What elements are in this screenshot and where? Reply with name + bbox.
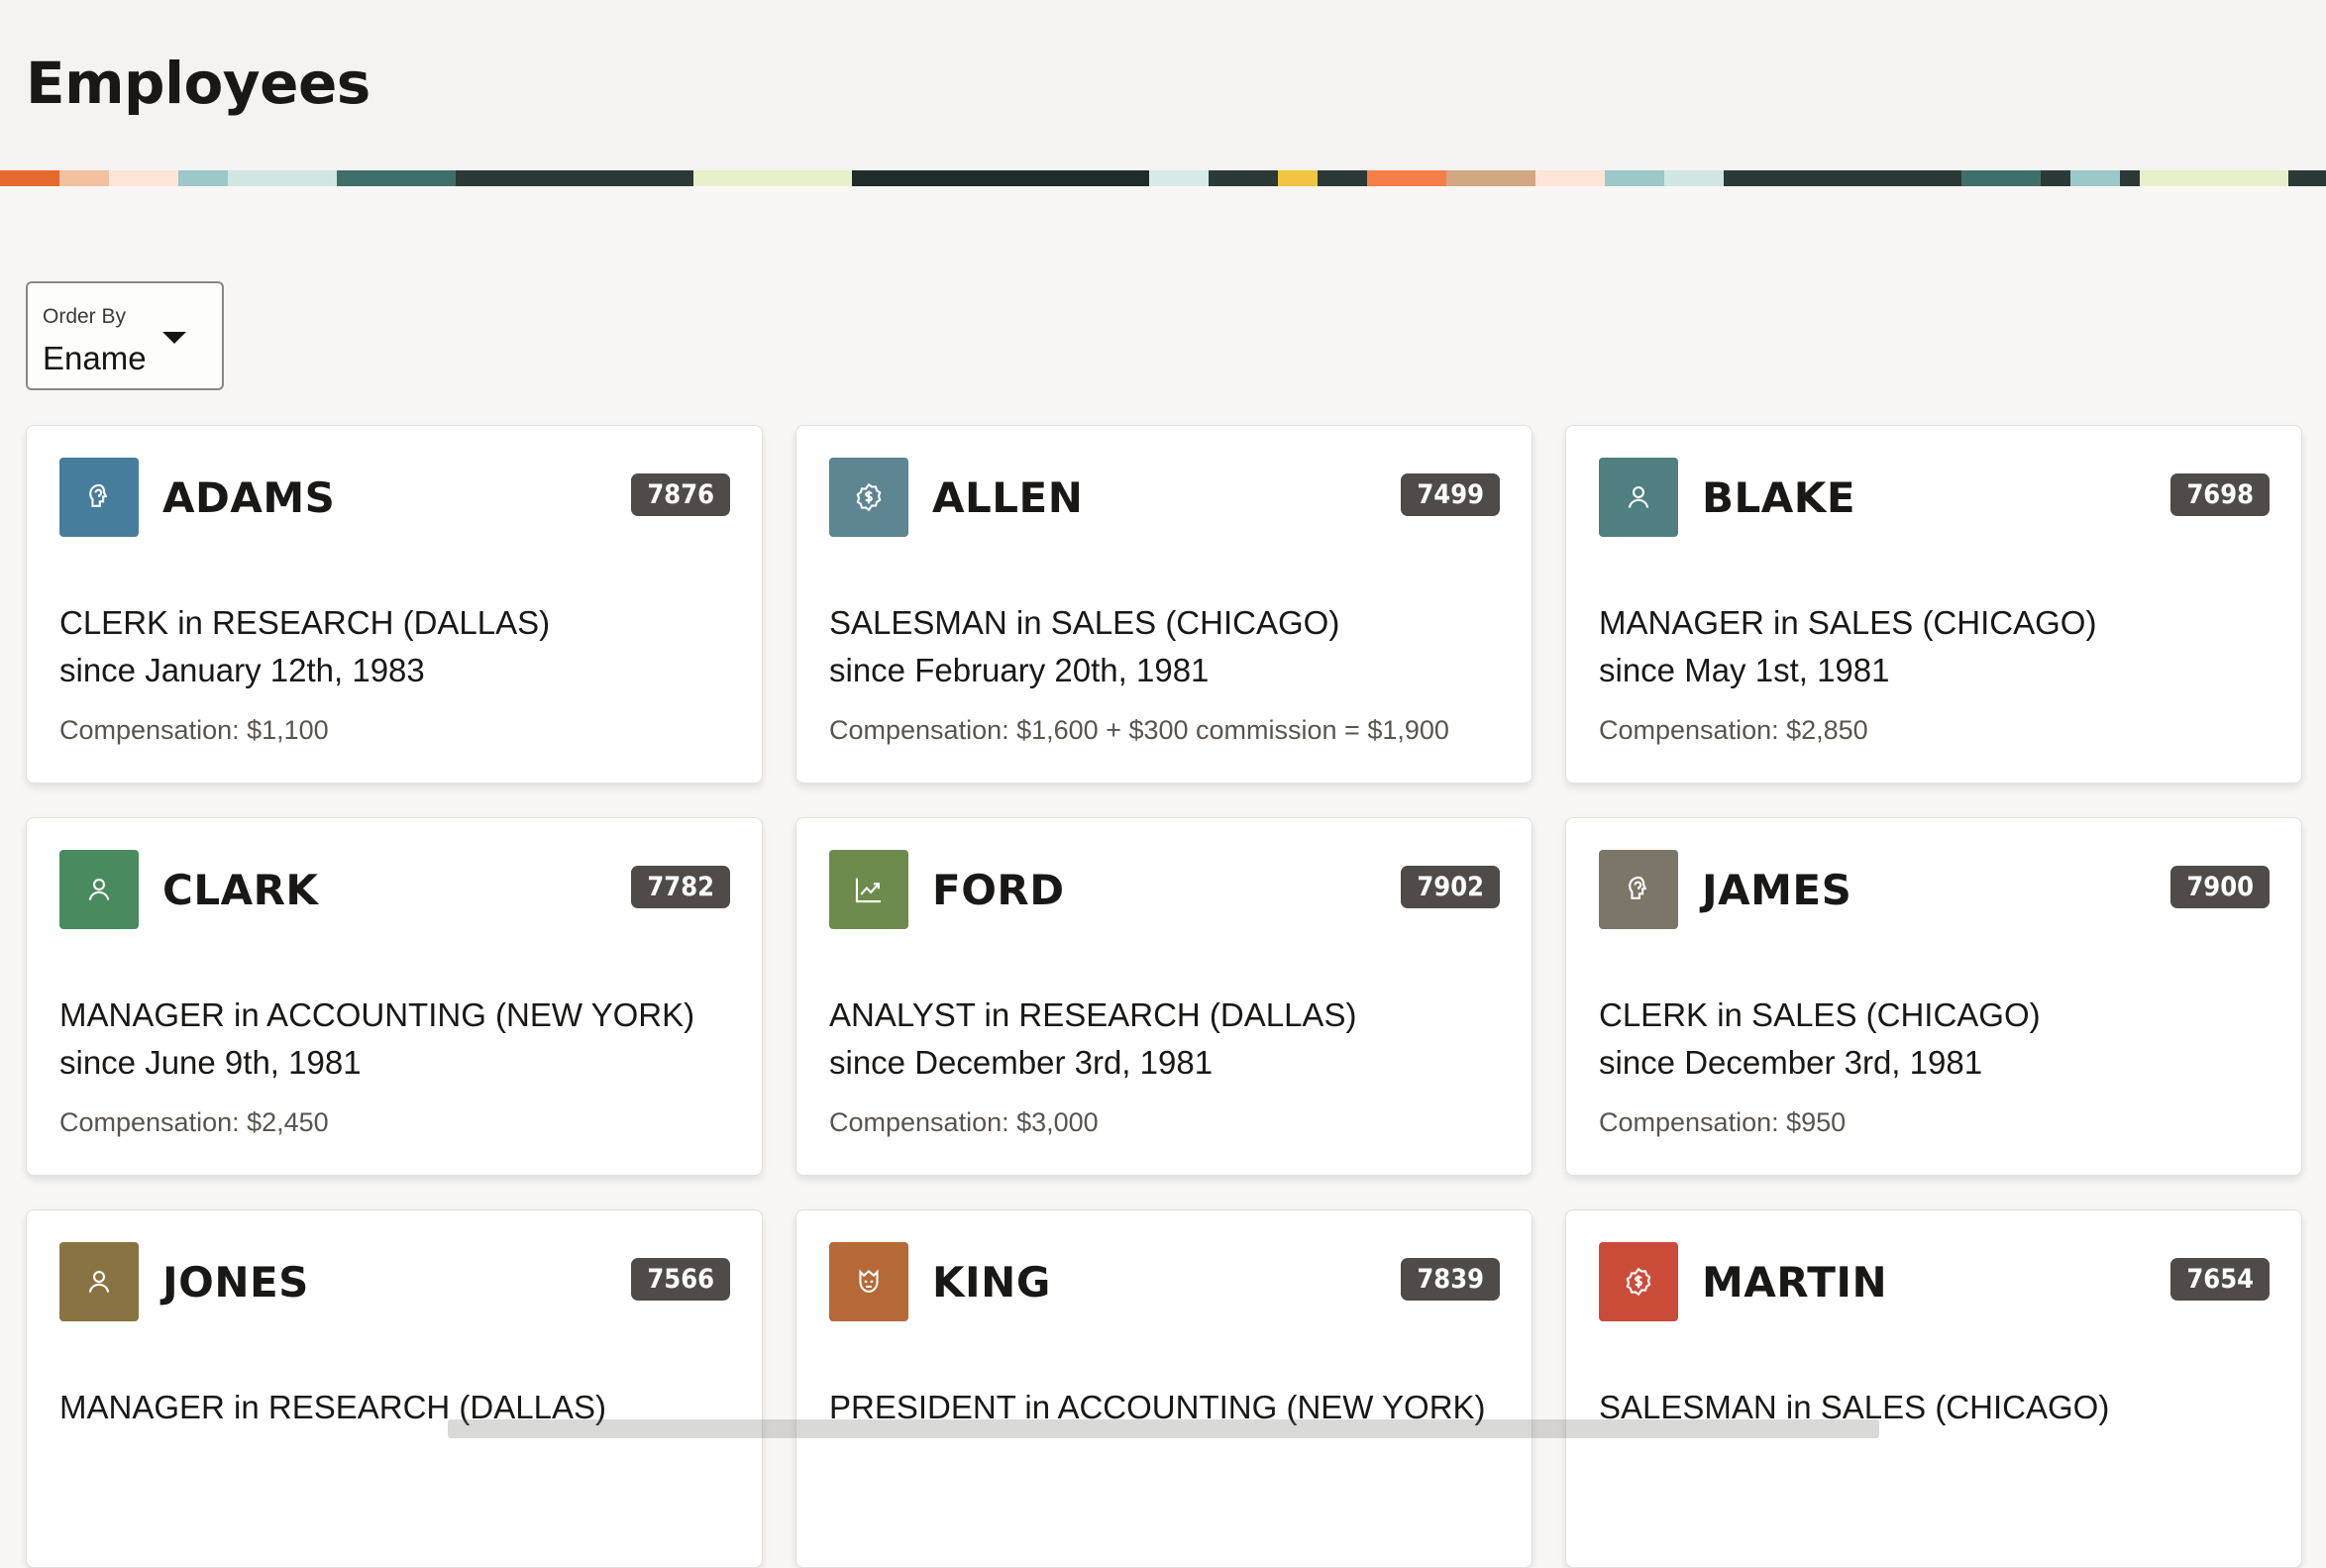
person-icon — [88, 879, 110, 900]
employee-card-blake[interactable]: BLAKE 7698 MANAGER in SALES (CHICAGO) si… — [1565, 425, 2302, 784]
employee-name: MARTIN — [1702, 1258, 1888, 1307]
employee-card-allen[interactable]: ALLEN 7499 SALESMAN in SALES (CHICAGO) s… — [795, 425, 1533, 784]
employee-card-jones[interactable]: JONES 7566 MANAGER in RESEARCH (DALLAS) — [26, 1209, 763, 1568]
employee-name: KING — [932, 1258, 1051, 1307]
avatar — [829, 458, 908, 537]
employee-number-badge: 7902 — [1401, 866, 1500, 908]
employee-compensation: Compensation: $950 — [1599, 1107, 1847, 1137]
clerk-icon — [89, 483, 108, 507]
employee-hire-date: since December 3rd, 1981 — [1599, 1044, 1983, 1081]
employee-number-badge: 7876 — [631, 473, 730, 516]
employee-name: BLAKE — [1702, 473, 1856, 522]
employee-card-ford[interactable]: FORD 7902 ANALYST in RESEARCH (DALLAS) s… — [795, 817, 1533, 1176]
employee-number-badge: 7499 — [1401, 473, 1500, 516]
page-header: Employees — [0, 0, 2326, 170]
employee-compensation: Compensation: $2,850 — [1599, 715, 1868, 745]
employee-card-martin[interactable]: MARTIN 7654 SALESMAN in SALES (CHICAGO) — [1565, 1209, 2302, 1568]
employee-job: CLERK in RESEARCH (DALLAS) — [59, 604, 551, 641]
avatar — [59, 850, 139, 929]
employee-card-king[interactable]: KING 7839 PRESIDENT in ACCOUNTING (NEW Y… — [795, 1209, 1533, 1568]
employee-job: MANAGER in SALES (CHICAGO) — [1599, 604, 2097, 641]
avatar — [1599, 1242, 1678, 1321]
employee-name: ADAMS — [162, 473, 336, 522]
avatar — [829, 850, 908, 929]
order-by-select[interactable]: Order By Ename — [26, 281, 224, 390]
employee-job: ANALYST in RESEARCH (DALLAS) — [829, 996, 1357, 1033]
avatar — [59, 1242, 139, 1321]
employee-job: MANAGER in ACCOUNTING (NEW YORK) — [59, 996, 695, 1033]
employee-number-badge: 7839 — [1401, 1258, 1500, 1301]
avatar — [1599, 458, 1678, 537]
order-by-value: Ename — [43, 340, 147, 376]
crown-face-icon — [859, 1269, 879, 1293]
employee-compensation: Compensation: $1,100 — [59, 715, 329, 745]
person-icon — [88, 1271, 110, 1293]
employee-name: CLARK — [162, 866, 319, 914]
employee-name: ALLEN — [932, 473, 1084, 522]
money-badge-icon — [1626, 1267, 1651, 1297]
employee-hire-date: since June 9th, 1981 — [59, 1044, 362, 1081]
employee-number-badge: 7698 — [2170, 473, 2270, 516]
employee-number-badge: 7900 — [2170, 866, 2270, 908]
employee-hire-date: since January 12th, 1983 — [59, 652, 425, 688]
employee-name: FORD — [932, 866, 1065, 914]
employee-compensation: Compensation: $1,600 + $300 commission =… — [829, 715, 1449, 745]
avatar — [1599, 850, 1678, 929]
order-by-label: Order By — [43, 305, 127, 328]
employee-compensation: Compensation: $2,450 — [59, 1107, 329, 1137]
trend-chart-icon — [855, 878, 882, 903]
employee-card-clark[interactable]: CLARK 7782 MANAGER in ACCOUNTING (NEW YO… — [26, 817, 763, 1176]
avatar — [59, 458, 139, 537]
employee-job: SALESMAN in SALES (CHICAGO) — [829, 604, 1340, 641]
employee-name: JAMES — [1702, 866, 1852, 914]
money-badge-icon — [856, 482, 882, 512]
person-icon — [1628, 486, 1649, 508]
employee-card-adams[interactable]: ADAMS 7876 CLERK in RESEARCH (DALLAS) si… — [26, 425, 763, 784]
employee-number-badge: 7782 — [631, 866, 730, 908]
employee-number-badge: 7566 — [631, 1258, 730, 1301]
employee-number-badge: 7654 — [2170, 1258, 2270, 1301]
clerk-icon — [1629, 876, 1647, 899]
employee-hire-date: since February 20th, 1981 — [829, 652, 1210, 688]
decorative-banner — [0, 170, 2326, 186]
horizontal-scrollbar[interactable] — [448, 1419, 1879, 1438]
employee-hire-date: since May 1st, 1981 — [1599, 652, 1890, 688]
employee-compensation: Compensation: $3,000 — [829, 1107, 1099, 1137]
employee-name: JONES — [162, 1258, 309, 1307]
employee-hire-date: since December 3rd, 1981 — [829, 1044, 1214, 1081]
employee-job: CLERK in SALES (CHICAGO) — [1599, 996, 2041, 1033]
avatar — [829, 1242, 908, 1321]
page-title: Employees — [26, 50, 370, 117]
employee-card-james[interactable]: JAMES 7900 CLERK in SALES (CHICAGO) sinc… — [1565, 817, 2302, 1176]
chevron-down-icon — [162, 332, 186, 344]
